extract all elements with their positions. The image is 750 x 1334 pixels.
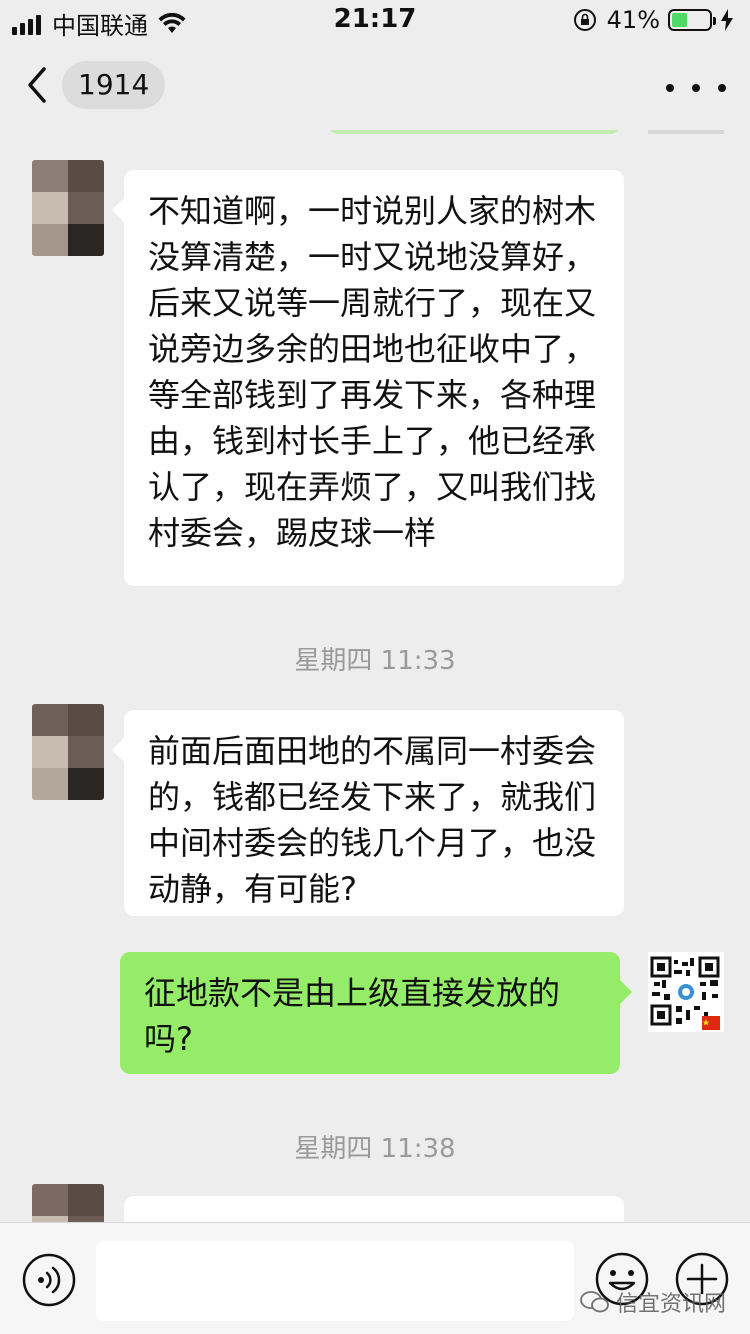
more-button[interactable] xyxy=(666,68,726,108)
voice-icon[interactable] xyxy=(22,1253,76,1307)
message-bubble-outgoing[interactable]: 征地款不是由上级直接发放的吗? xyxy=(120,952,632,1074)
message-input[interactable] xyxy=(96,1241,574,1321)
wechat-logo-icon xyxy=(580,1291,609,1313)
navigation-bar: 1914 xyxy=(0,40,750,130)
status-bar: 中国联通 21:17 41% xyxy=(0,0,750,40)
rotation-lock-icon xyxy=(573,9,596,31)
qr-code-avatar-icon xyxy=(648,952,724,1032)
battery-fill xyxy=(672,13,687,27)
unread-count-badge: 1914 xyxy=(62,61,166,109)
chevron-left-icon xyxy=(28,67,46,103)
battery-icon xyxy=(668,9,716,31)
watermark-text: 信宜资讯网 xyxy=(615,1292,726,1317)
contact-avatar[interactable] xyxy=(32,160,104,256)
message-bubble-incoming[interactable]: 不知道啊，一时说别人家的树木没算清楚，一时又说地没算好，后来又说等一周就行了，现… xyxy=(112,170,624,586)
more-dots-icon xyxy=(666,84,674,92)
contact-avatar[interactable] xyxy=(32,704,104,800)
watermark: 信宜资讯网 xyxy=(580,1286,726,1318)
message-bubble-incoming[interactable]: 前面后面田地的不属同一村委会的，钱都已经发下来了，就我们中间村委会的钱几个月了，… xyxy=(112,710,624,916)
charging-icon xyxy=(721,9,733,31)
battery-cap xyxy=(713,17,716,25)
battery-percent: 41% xyxy=(606,6,660,34)
chat-screen: 中国联通 21:17 41% 1914 不知道啊，一时说别人家的树木没算清楚，一… xyxy=(0,0,750,1334)
back-button[interactable]: 1914 xyxy=(24,58,166,112)
status-right: 41% xyxy=(573,6,734,34)
own-avatar[interactable] xyxy=(648,952,724,1032)
timestamp: 星期四 11:38 xyxy=(294,1134,456,1164)
timestamp: 星期四 11:33 xyxy=(294,646,456,676)
